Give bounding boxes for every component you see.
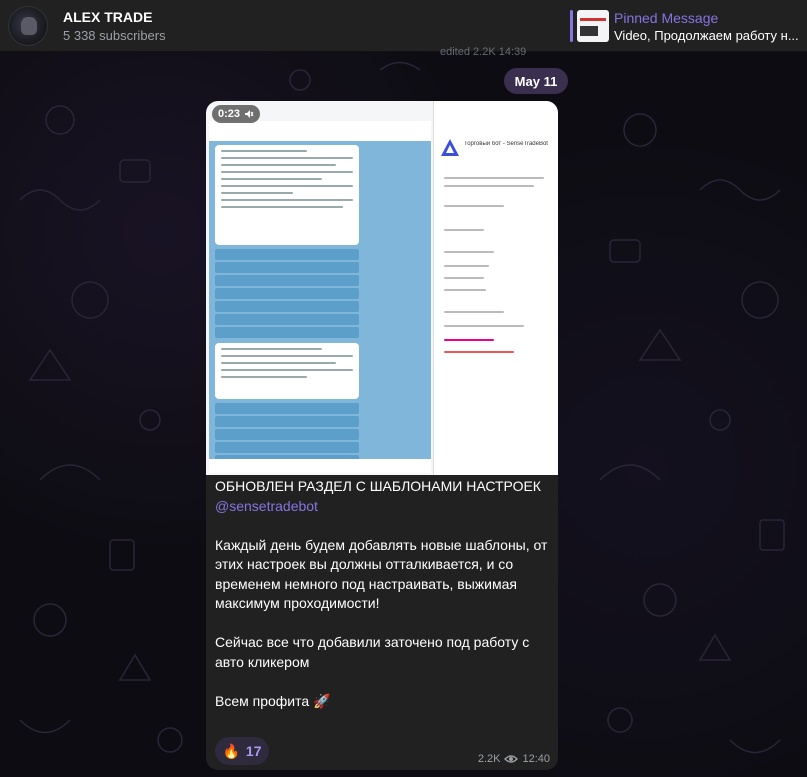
video-frame-button <box>215 275 359 286</box>
video-duration: 0:23 <box>218 108 241 120</box>
video-preview[interactable]: Торговый бот - SenseTradeBot 0:23 <box>206 101 558 475</box>
subscriber-count: 5 338 subscribers <box>63 28 166 43</box>
previous-message-meta: edited 2.2K 14:39 <box>440 46 527 58</box>
caption-paragraph: Каждый день будем добавлять новые шаблон… <box>215 536 548 612</box>
caption-paragraph: Всем профита 🚀 <box>215 692 331 709</box>
message-bubble[interactable]: Торговый бот - SenseTradeBot 0:23 ОБНОВЛ… <box>206 101 558 770</box>
view-count: 2.2K <box>477 753 501 765</box>
caption-title-paragraph: ОБНОВЛЕН РАЗДЕЛ С ШАБЛОНАМИ НАСТРОЕК @se… <box>215 477 551 516</box>
message-meta: 2.2K 12:40 <box>478 753 550 765</box>
video-frame-button <box>215 288 359 299</box>
caption-title: ОБНОВЛЕН РАЗДЕЛ С ШАБЛОНАМИ НАСТРОЕК <box>215 478 541 494</box>
channel-avatar[interactable] <box>8 6 48 46</box>
eye-icon <box>504 755 519 763</box>
fire-icon: 🔥 <box>222 742 240 759</box>
video-frame-button <box>215 314 359 325</box>
bot-mention-link[interactable]: @sensetradebot <box>215 498 318 514</box>
caption-paragraph: Сейчас все что добавили заточено под раб… <box>215 634 530 670</box>
video-frame-button <box>215 429 359 440</box>
message-time: 12:40 <box>522 753 550 765</box>
video-frame-button <box>215 403 359 414</box>
video-frame-button <box>215 301 359 312</box>
reaction-count: 17 <box>245 743 262 759</box>
reaction-fire[interactable]: 🔥 17 <box>215 737 269 765</box>
message-caption: ОБНОВЛЕН РАЗДЕЛ С ШАБЛОНАМИ НАСТРОЕК @se… <box>215 477 551 731</box>
mute-icon[interactable] <box>244 109 254 119</box>
pinned-message-text[interactable]: Video, Продолжаем работу н... <box>614 28 804 43</box>
chat-header[interactable]: ALEX TRADE 5 338 subscribers Pinned Mess… <box>0 0 807 52</box>
video-frame-input <box>209 459 431 473</box>
video-duration-badge: 0:23 <box>212 105 261 123</box>
video-frame-panel-title: Торговый бот - SenseTradeBot <box>464 141 548 147</box>
pinned-label[interactable]: Pinned Message <box>614 10 718 26</box>
video-frame-button <box>215 249 359 260</box>
video-frame-button <box>215 416 359 427</box>
channel-title[interactable]: ALEX TRADE <box>63 9 152 25</box>
date-separator: May 11 <box>504 68 568 94</box>
video-frame-message <box>215 145 359 245</box>
video-frame-button <box>215 327 359 338</box>
video-frame-message <box>215 343 359 399</box>
video-frame-chat <box>209 121 431 473</box>
video-frame-button <box>215 442 359 453</box>
pinned-thumbnail[interactable] <box>577 10 609 42</box>
video-frame-topbar <box>209 121 431 141</box>
pinned-indicator <box>570 10 573 42</box>
video-frame-button <box>215 262 359 273</box>
bot-logo-icon <box>441 139 459 156</box>
